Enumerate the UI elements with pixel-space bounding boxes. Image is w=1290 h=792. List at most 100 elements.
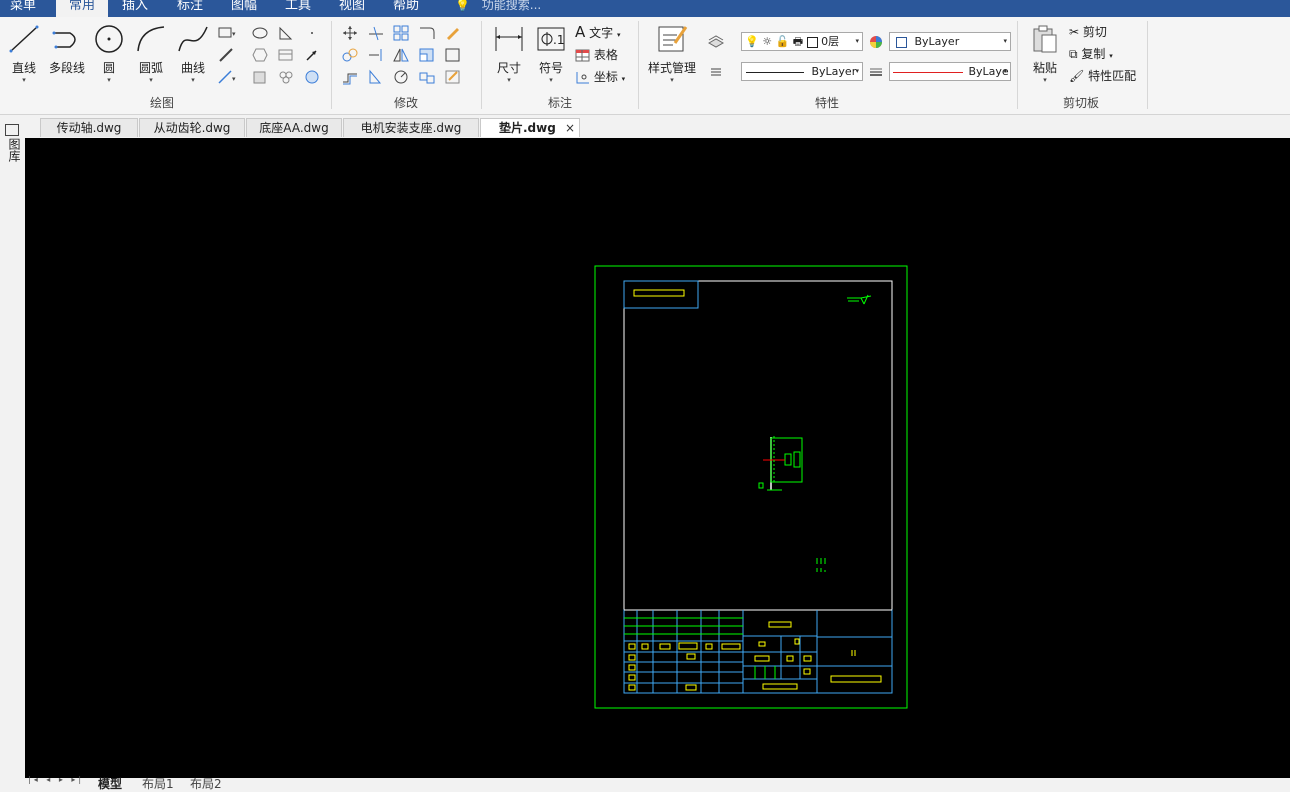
layer-name: 0层: [821, 35, 840, 48]
menu-tab-menu[interactable]: 菜单: [10, 0, 50, 17]
arrow-icon[interactable]: [302, 46, 322, 64]
chevron-down-icon: ▾: [855, 67, 859, 75]
library-label: 图库: [7, 138, 21, 162]
arc-label: 圆弧: [138, 61, 163, 75]
technical-notes: [816, 558, 826, 572]
layer-manager-icon[interactable]: ▾: [706, 33, 726, 51]
fillet-icon[interactable]: [417, 24, 437, 42]
copy-button[interactable]: ⧉ 复制 ▾: [1069, 45, 1113, 62]
color-swatch-icon: [806, 36, 818, 48]
layout-tab-1[interactable]: 布局1: [142, 775, 174, 792]
symbol-button[interactable]: .1 符号 ▾: [532, 23, 570, 84]
table-button[interactable]: 表格: [575, 46, 618, 63]
trim-icon[interactable]: [366, 24, 386, 42]
edit-properties-icon[interactable]: ▾: [443, 68, 463, 86]
menu-tab-insert[interactable]: 插入: [122, 0, 162, 17]
copy-icon: ⧉: [1069, 47, 1078, 61]
library-sidebar[interactable]: 图库: [0, 120, 24, 780]
clipboard-group-label: 剪切板: [1063, 96, 1100, 110]
region-icon[interactable]: [250, 68, 270, 86]
menu-tab-tools[interactable]: 工具: [285, 0, 325, 17]
polyline-button[interactable]: 多段线: [44, 23, 90, 76]
circle-button[interactable]: 圆 ▾: [92, 23, 126, 84]
wipeout-icon[interactable]: [302, 68, 322, 86]
copy-object-icon[interactable]: [340, 46, 360, 64]
chevron-down-icon: ▾: [621, 75, 626, 83]
point-icon[interactable]: [302, 24, 322, 42]
drawing-canvas[interactable]: [25, 138, 1290, 778]
style-manager-button[interactable]: 样式管理 ▾: [644, 23, 700, 84]
offset-icon[interactable]: [340, 68, 360, 86]
document-tab[interactable]: 从动齿轮.dwg: [139, 118, 245, 137]
rectangle-icon[interactable]: ▾: [216, 24, 236, 42]
document-tab[interactable]: 电机安装支座.dwg: [343, 118, 479, 137]
linetype-dropdown[interactable]: ByLayer ▾: [741, 62, 863, 81]
pencil-icon[interactable]: ▾: [443, 24, 463, 42]
lock-icon: 🔓: [775, 35, 790, 48]
menu-bar: 菜单 常用 插入 标注 图幅 工具 视图 帮助 💡 功能搜索...: [0, 0, 1290, 17]
lightbulb-icon: 💡: [745, 35, 759, 48]
arc-icon: [137, 26, 165, 52]
feature-search[interactable]: 💡 功能搜索...: [455, 0, 541, 17]
menu-tab-frame[interactable]: 图幅: [231, 0, 271, 17]
chevron-down-icon: ▾: [855, 37, 859, 45]
layout-tab-2[interactable]: 布局2: [190, 775, 222, 792]
array-icon[interactable]: [391, 24, 411, 42]
polygon-icon[interactable]: [250, 46, 270, 64]
document-tab-active[interactable]: 垫片.dwg ×: [480, 118, 580, 137]
lineweight-sample: [893, 71, 963, 73]
dimension-icon: [495, 27, 523, 51]
chevron-down-icon: ▾: [107, 76, 111, 84]
lineweight-icon[interactable]: [866, 63, 886, 81]
cut-button[interactable]: ✂ 剪切: [1069, 23, 1107, 40]
scale-icon[interactable]: [417, 46, 437, 64]
mirror-icon[interactable]: [391, 46, 411, 64]
menu-tab-view[interactable]: 视图: [339, 0, 379, 17]
arc-button[interactable]: 圆弧 ▾: [133, 23, 169, 84]
menu-tab-annotate[interactable]: 标注: [177, 0, 217, 17]
color-dropdown[interactable]: ByLayer ▾: [889, 32, 1011, 51]
match-properties-button[interactable]: 🖌 特性匹配: [1069, 67, 1136, 84]
curve-icon: [178, 26, 208, 52]
slash-line-icon[interactable]: [216, 46, 236, 64]
lineweight-dropdown[interactable]: ByLaye ▾: [889, 62, 1011, 81]
move-icon[interactable]: [340, 24, 360, 42]
menu-tab-help[interactable]: 帮助: [393, 0, 433, 17]
extend-icon[interactable]: [366, 46, 386, 64]
chevron-down-icon: ▾: [1003, 37, 1007, 45]
menu-tab-home[interactable]: 常用: [56, 0, 108, 17]
style-manager-label: 样式管理: [647, 61, 696, 75]
color-wheel-icon[interactable]: [866, 33, 886, 51]
linetype-sample: [746, 71, 804, 73]
document-tab[interactable]: 底座AA.dwg: [246, 118, 342, 137]
construction-line-icon[interactable]: ▾: [216, 68, 236, 86]
hatch-icon[interactable]: [276, 46, 296, 64]
circle-icon: [95, 25, 123, 53]
curve-button[interactable]: 曲线 ▾: [174, 23, 212, 84]
roughness-symbol: [847, 294, 872, 305]
ellipse-icon[interactable]: [250, 24, 270, 42]
line-button[interactable]: 直线 ▾: [6, 23, 42, 84]
group-divider: [1147, 21, 1148, 109]
lineweight-menu-icon[interactable]: ▾: [706, 63, 726, 81]
stretch-icon[interactable]: ▾: [443, 46, 463, 64]
cloud-icon[interactable]: [276, 68, 296, 86]
paste-icon: [1033, 25, 1057, 53]
text-button[interactable]: A 文字 ▾: [575, 23, 620, 41]
cut-label: 剪切: [1082, 25, 1107, 39]
break-icon[interactable]: [366, 68, 386, 86]
dimension-label: 尺寸: [496, 61, 521, 75]
layout-tab-model[interactable]: 模型: [98, 775, 122, 792]
match-properties-icon: 🖌: [1069, 69, 1085, 83]
line-icon: [9, 25, 39, 53]
paste-button[interactable]: 粘贴 ▾: [1026, 23, 1064, 84]
angle-line-icon[interactable]: [276, 24, 296, 42]
layout-nav-arrows[interactable]: |◂ ◂ ▸ ▸|: [28, 775, 84, 784]
dimension-button[interactable]: 尺寸 ▾: [490, 23, 528, 84]
close-icon[interactable]: ×: [565, 119, 575, 137]
rotate-icon[interactable]: [391, 68, 411, 86]
coord-button[interactable]: 坐标 ▾: [575, 68, 625, 85]
explode-icon[interactable]: [417, 68, 437, 86]
document-tab[interactable]: 传动轴.dwg: [40, 118, 138, 137]
layer-dropdown[interactable]: 💡 ☼ 🔓 🖶 0层 ▾: [741, 32, 863, 51]
